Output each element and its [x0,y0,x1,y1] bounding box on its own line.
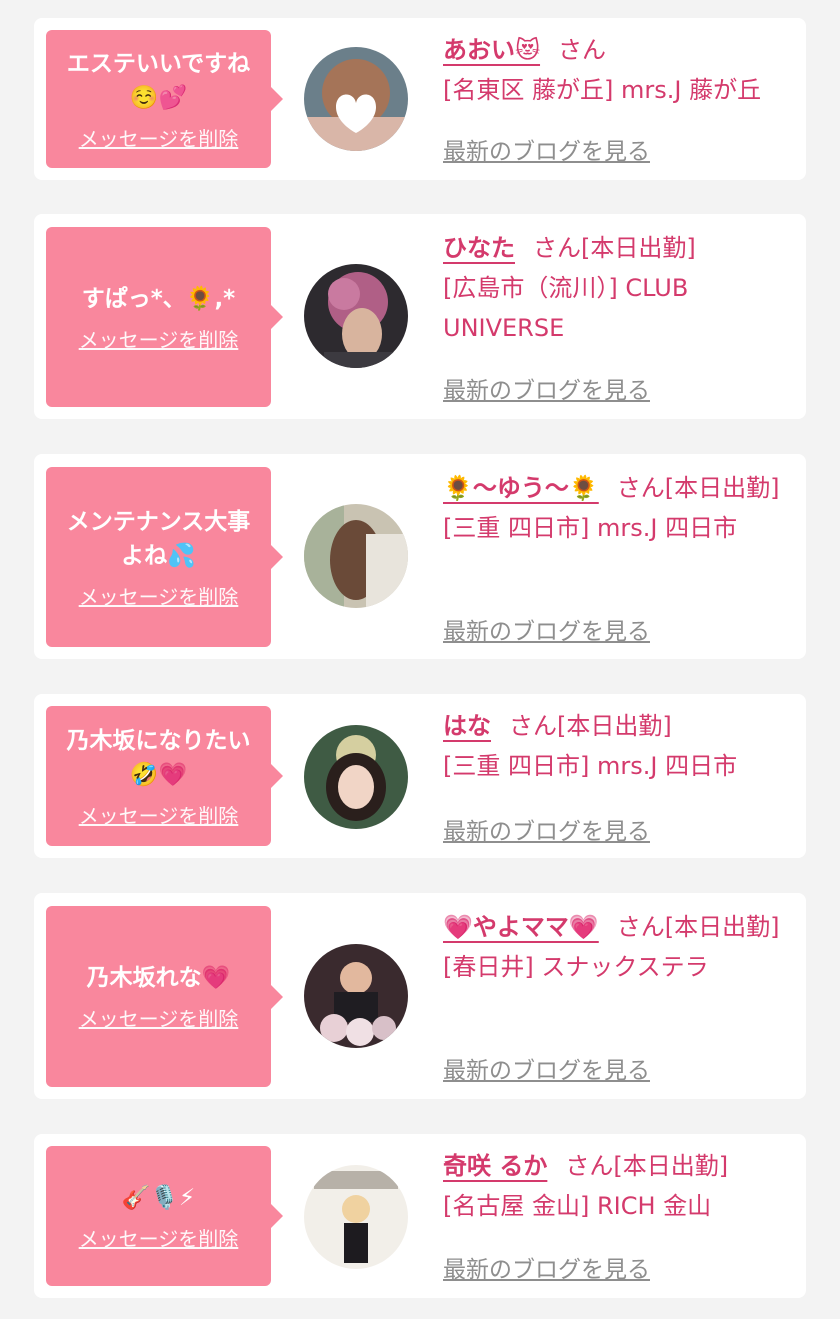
latest-blog-link[interactable]: 最新のブログを見る [443,1250,650,1284]
message-bubble: 🎸🎙️⚡ メッセージを削除 [46,1146,283,1286]
user-name-link[interactable]: 奇咲 るか [443,1152,547,1180]
message-text: すぱっ*、🌻,* [81,285,236,312]
work-status: [本日出勤] [557,712,672,740]
avatar-photo [304,47,408,151]
message-text: メンテナンス大事 よね💦 [66,508,251,569]
message-card: メンテナンス大事 よね💦 メッセージを削除 🌻〜ゆう〜🌻 さん[本日出勤] [三重… [34,454,806,659]
latest-blog-link[interactable]: 最新のブログを見る [443,1051,650,1085]
message-card: 🎸🎙️⚡ メッセージを削除 奇咲 るか さん[本日出勤] [名古屋 金山] RIC… [34,1134,806,1298]
user-info: 💗やよママ💗 さん[本日出勤] [春日井] スナックステラ [443,907,795,987]
latest-blog-link[interactable]: 最新のブログを見る [443,371,650,405]
work-status: [本日出勤] [613,1152,729,1180]
user-name-link[interactable]: 🌻〜ゆう〜🌻 [443,474,599,502]
user-info: 奇咲 るか さん[本日出勤] [名古屋 金山] RICH 金山 [443,1146,795,1226]
honorific: さん [558,36,607,64]
user-info: はな さん[本日出勤] [三重 四日市] mrs.J 四日市 [443,706,795,786]
avatar[interactable] [304,47,408,151]
avatar-photo [304,504,408,608]
user-name-link[interactable]: あおい😻 [443,36,540,64]
user-info: ひなた さん[本日出勤] [広島市（流川）] CLUB UNIVERSE [443,228,795,348]
message-bubble: 乃木坂になりたい 🤣💗 メッセージを削除 [46,706,283,846]
avatar-photo [304,264,408,368]
delete-message-link[interactable]: メッセージを削除 [79,800,239,829]
message-card: エステいいですね ☺️💕 メッセージを削除 あおい😻 さん [名東区 藤が丘] m… [34,18,806,180]
message-card: 乃木坂れな💗 メッセージを削除 💗やよママ💗 さん[本日出勤] [春日井] スナッ… [34,893,806,1099]
message-bubble: エステいいですね ☺️💕 メッセージを削除 [46,30,283,168]
message-text: 乃木坂れな💗 [86,965,231,991]
work-status: [本日出勤] [581,234,696,262]
avatar[interactable] [304,504,408,608]
user-info: 🌻〜ゆう〜🌻 さん[本日出勤] [三重 四日市] mrs.J 四日市 [443,468,795,548]
message-text: 🎸🎙️⚡ [121,1184,196,1211]
message-text: エステいいですね ☺️💕 [66,50,251,111]
message-text: 乃木坂になりたい 🤣💗 [66,727,251,788]
shop-info: [三重 四日市] mrs.J 四日市 [443,514,738,542]
latest-blog-link[interactable]: 最新のブログを見る [443,612,650,646]
user-name-link[interactable]: 💗やよママ💗 [443,913,599,941]
honorific: さん [616,474,665,502]
delete-message-link[interactable]: メッセージを削除 [79,581,239,610]
avatar[interactable] [304,944,408,1048]
honorific: さん [565,1152,614,1180]
shop-info: [広島市（流川）] CLUB UNIVERSE [443,274,689,342]
avatar[interactable] [304,725,408,829]
shop-info: [春日井] スナックステラ [443,953,709,981]
user-name-link[interactable]: はな [443,712,491,740]
shop-info: [名古屋 金山] RICH 金山 [443,1192,712,1220]
latest-blog-link[interactable]: 最新のブログを見る [443,812,650,846]
message-bubble: メンテナンス大事 よね💦 メッセージを削除 [46,467,283,647]
shop-info: [名東区 藤が丘] mrs.J 藤が丘 [443,76,762,104]
honorific: さん [616,913,665,941]
delete-message-link[interactable]: メッセージを削除 [79,324,239,353]
avatar-photo [304,1165,408,1269]
message-card: すぱっ*、🌻,* メッセージを削除 ひなた さん[本日出勤] [広島市（流川）] … [34,214,806,419]
delete-message-link[interactable]: メッセージを削除 [79,123,239,152]
delete-message-link[interactable]: メッセージを削除 [79,1223,239,1252]
avatar[interactable] [304,1165,408,1269]
delete-message-link[interactable]: メッセージを削除 [79,1003,239,1032]
message-bubble: すぱっ*、🌻,* メッセージを削除 [46,227,283,407]
user-info: あおい😻 さん [名東区 藤が丘] mrs.J 藤が丘 [443,30,795,110]
message-card: 乃木坂になりたい 🤣💗 メッセージを削除 はな さん[本日出勤] [三重 四日市]… [34,694,806,858]
latest-blog-link[interactable]: 最新のブログを見る [443,132,650,166]
work-status: [本日出勤] [664,474,780,502]
honorific: さん [509,712,557,740]
shop-info: [三重 四日市] mrs.J 四日市 [443,752,738,780]
avatar[interactable] [304,264,408,368]
message-bubble: 乃木坂れな💗 メッセージを削除 [46,906,283,1087]
work-status: [本日出勤] [664,913,780,941]
avatar-photo [304,944,408,1048]
user-name-link[interactable]: ひなた [443,234,515,262]
avatar-photo [304,725,408,829]
honorific: さん [533,234,581,262]
